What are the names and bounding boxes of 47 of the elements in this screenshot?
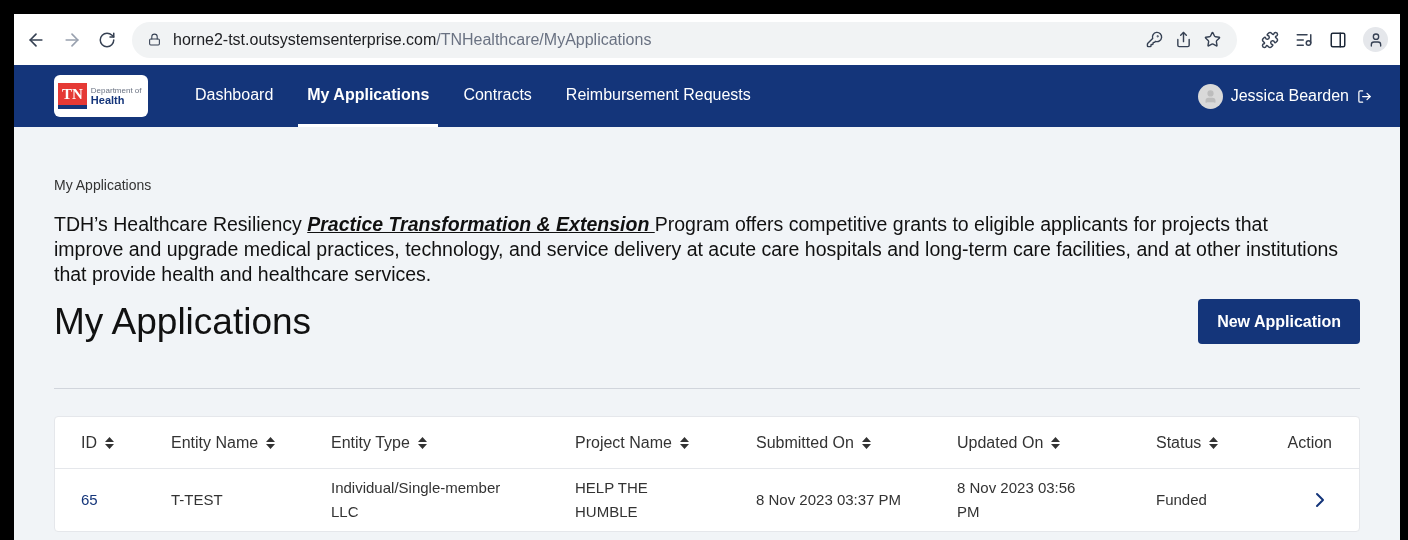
profile-icon[interactable] [1363,27,1388,52]
sort-icon[interactable] [1051,436,1061,449]
column-header: Action [1286,432,1333,453]
new-application-button[interactable]: New Application [1198,299,1360,344]
sort-icon[interactable] [1209,436,1219,449]
logout-icon[interactable] [1357,88,1372,104]
page-title: My Applications [54,300,312,344]
column-header[interactable]: ID [55,430,145,455]
column-header[interactable]: Entity Type [305,430,549,455]
avatar[interactable] [1197,83,1223,109]
sort-icon[interactable] [417,436,427,449]
breadcrumb: My Applications [54,176,153,195]
nav-tab[interactable]: My Applications [298,65,439,127]
reload-icon[interactable] [98,30,116,49]
nav-tab[interactable]: Dashboard [186,65,283,127]
logo-badge: TN [58,83,87,109]
side-panel-icon[interactable] [1329,30,1347,49]
share-icon[interactable] [1175,31,1192,48]
sort-icon[interactable] [861,436,871,449]
table-cell-text: 8 Nov 2023 03:56 PM [957,478,1077,522]
nav-tab[interactable]: Reimbursement Requests [556,65,760,127]
column-header[interactable]: Entity Name [145,430,305,455]
logo-title: Health [90,94,125,106]
application-id-link[interactable]: 65 [55,488,145,512]
sort-icon[interactable] [105,436,114,449]
logo-subtitle: Department of [90,86,142,95]
column-header[interactable]: Project Name [549,430,730,455]
sort-icon[interactable] [679,436,689,449]
extensions-icon[interactable] [1261,30,1279,49]
program-description: TDH’s Healthcare Resiliency Practice Transformation & Extension Program offers competitive grants to eligible applicants for projects that improve and upgrade medical practices, technology, and service delivery at acute care hospitals and long-term care facilities, and at other institutions that provide health and healthcare services. [54,212,1340,287]
url-text: horne2-tst.outsystemsenterprise.com/TNHealthcare/MyApplications [173,29,652,50]
table-cell-text: Funded [1156,490,1208,510]
star-icon[interactable] [1204,31,1221,48]
lock-icon [148,33,161,46]
table-cell-text: T-TEST [171,490,224,510]
table-cell-text: Individual/Single-member LLC [331,478,502,522]
column-header[interactable]: Updated On [931,430,1130,455]
key-icon[interactable] [1146,31,1163,48]
sort-icon[interactable] [266,436,276,449]
address-bar[interactable]: horne2-tst.outsystemsenterprise.com/TNHealthcare/MyApplications [132,21,1237,58]
column-header[interactable]: Status [1130,430,1251,455]
nav-tab[interactable]: Contracts [454,65,541,127]
table-cell-text: HELP THE HUMBLE [575,478,649,522]
column-header[interactable]: Submitted On [730,430,931,455]
user-name[interactable]: Jessica Bearden [1230,84,1349,108]
program-link[interactable]: Practice Transformation & Extension [307,213,655,235]
table-cell-text: 8 Nov 2023 03:37 PM [756,490,903,510]
